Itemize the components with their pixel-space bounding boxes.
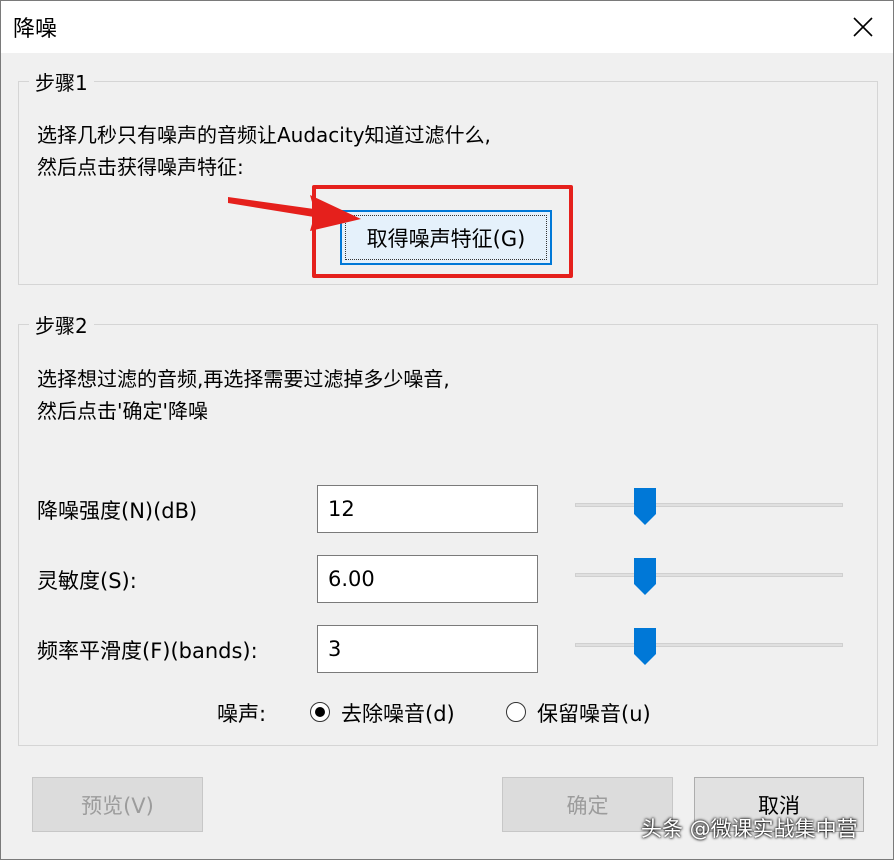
sensitivity-value: 6.00 (328, 567, 375, 591)
step2-description-line2: 然后点击'确定'降噪 (37, 399, 208, 423)
remove-noise-label[interactable]: 去除噪音(d) (341, 698, 455, 728)
noise-reduction-dialog: 降噪 步骤1 选择几秒只有噪声的音频让Audacity知道过滤什么, 然后点击获… (0, 0, 894, 860)
sensitivity-input[interactable]: 6.00 (317, 555, 538, 603)
noise-reduction-slider-track[interactable] (575, 503, 843, 507)
noise-reduction-db-value: 12 (328, 497, 355, 521)
close-icon (853, 17, 873, 37)
noise-reduction-slider-thumb[interactable] (633, 488, 656, 526)
step2-description-line1: 选择想过滤的音频,再选择需要过滤掉多少噪音, (37, 367, 450, 391)
step2-legend: 步骤2 (29, 310, 94, 339)
step1-description-line2: 然后点击获得噪声特征: (37, 155, 244, 179)
noise-reduction-db-input[interactable]: 12 (317, 485, 538, 533)
frequency-smoothing-slider-thumb[interactable] (633, 628, 656, 666)
watermark-text: 头条 @微课实战集中营 (641, 817, 858, 841)
sensitivity-slider-track[interactable] (575, 573, 843, 577)
keep-noise-radio[interactable] (506, 702, 526, 722)
frequency-smoothing-label: 频率平滑度(F)(bands): (37, 639, 258, 663)
title-bar: 降噪 (1, 1, 893, 53)
close-button[interactable] (833, 1, 893, 53)
sensitivity-slider-thumb[interactable] (633, 558, 656, 596)
red-arrow-icon (228, 195, 361, 231)
keep-noise-label[interactable]: 保留噪音(u) (537, 698, 651, 728)
preview-button-label: 预览(V) (81, 793, 154, 818)
preview-button[interactable]: 预览(V) (32, 777, 203, 832)
step1-legend: 步骤1 (29, 67, 94, 96)
frequency-smoothing-input[interactable]: 3 (317, 625, 538, 673)
ok-button-label: 确定 (566, 793, 609, 818)
sensitivity-label: 灵敏度(S): (37, 569, 137, 593)
noise-reduction-db-label: 降噪强度(N)(dB) (37, 499, 198, 523)
dialog-title: 降噪 (13, 17, 58, 42)
step1-description-line1: 选择几秒只有噪声的音频让Audacity知道过滤什么, (37, 123, 491, 147)
noise-mode-label: 噪声: (217, 702, 267, 726)
frequency-smoothing-slider-track[interactable] (575, 643, 843, 647)
frequency-smoothing-value: 3 (328, 637, 342, 661)
remove-noise-radio[interactable] (310, 702, 330, 722)
